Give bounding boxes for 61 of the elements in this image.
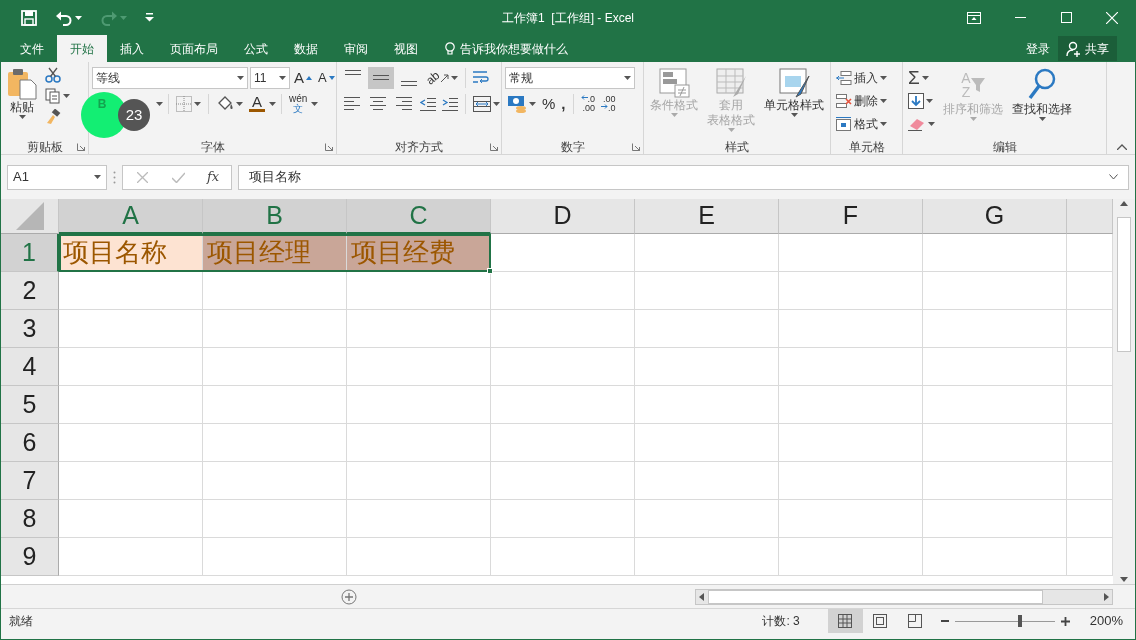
column-header[interactable]: B: [203, 199, 347, 234]
sign-in-link[interactable]: 登录: [1026, 39, 1050, 58]
group-label: 样式: [725, 139, 749, 156]
column-header[interactable]: E: [635, 199, 779, 234]
row-header[interactable]: 1: [1, 234, 59, 272]
increase-decimal-button[interactable]: .0 .00: [578, 93, 598, 114]
zoom-level-text[interactable]: 200%: [1089, 611, 1123, 631]
group-label: 单元格: [848, 139, 885, 156]
number-format-field[interactable]: 常规: [505, 66, 635, 89]
column-header[interactable]: A: [59, 199, 203, 234]
ribbon-tab[interactable]: 公式: [231, 35, 281, 62]
row-header[interactable]: 8: [1, 500, 59, 538]
delete-cells-button[interactable]: 删除: [834, 89, 889, 112]
font-size-field[interactable]: 11: [250, 66, 290, 89]
formula-field[interactable]: 项目名称: [238, 164, 1129, 190]
paste-button[interactable]: 粘贴: [4, 66, 40, 138]
row-header[interactable]: 7: [1, 462, 59, 500]
comma-button[interactable]: ,: [559, 95, 568, 112]
status-text: 就绪: [9, 613, 33, 630]
column-header[interactable]: D: [491, 199, 635, 234]
insert-cells-button[interactable]: 插入: [834, 66, 889, 89]
row-header[interactable]: 4: [1, 348, 59, 386]
format-cells-button[interactable]: 格式: [834, 112, 889, 135]
row-header[interactable]: 3: [1, 310, 59, 348]
count-text: 计数: 3: [762, 613, 800, 630]
group-label: 编辑: [992, 139, 1017, 156]
tell-me-field[interactable]: 告诉我你想要做什么: [460, 39, 568, 58]
autosum-button[interactable]: Σ: [906, 66, 937, 89]
group-label: 数字: [560, 139, 585, 156]
find-select-button[interactable]: 查找和选择: [1009, 66, 1075, 138]
percent-button[interactable]: %: [540, 95, 558, 112]
shrink-font-button[interactable]: A: [316, 70, 337, 85]
row-header[interactable]: 2: [1, 272, 59, 310]
step-badge: 23: [118, 99, 150, 131]
column-header[interactable]: F: [779, 199, 923, 234]
row-header[interactable]: 9: [1, 538, 59, 576]
ribbon-tab[interactable]: 文件: [7, 35, 57, 62]
cell-styles-button[interactable]: 单元格样式: [761, 66, 827, 138]
phonetic-guide-button[interactable]: wén 文: [287, 92, 310, 115]
window-title: 工作簿1 [工作组] - Excel: [501, 9, 635, 27]
group-label: 对齐方式: [395, 139, 443, 156]
ribbon-tab[interactable]: 页面布局: [157, 35, 231, 62]
column-header[interactable]: C: [347, 199, 491, 234]
column-header[interactable]: G: [923, 199, 1067, 234]
orientation-button[interactable]: ab: [424, 70, 461, 85]
ribbon-tab[interactable]: 数据: [281, 35, 331, 62]
group-label: 剪贴板: [26, 139, 63, 156]
grow-font-button[interactable]: A: [292, 69, 314, 86]
row-header[interactable]: 6: [1, 424, 59, 462]
insert-function-button[interactable]: fx: [207, 167, 220, 187]
group-label: 字体: [200, 139, 225, 156]
ribbon-tab[interactable]: 视图: [381, 35, 431, 62]
ribbon-tab[interactable]: 插入: [107, 35, 157, 62]
font-color-button[interactable]: A: [247, 94, 267, 113]
ribbon-tab[interactable]: 开始: [57, 35, 107, 62]
row-header[interactable]: 5: [1, 386, 59, 424]
font-name-field[interactable]: 等线: [92, 66, 248, 89]
name-box[interactable]: A1: [7, 164, 107, 190]
ribbon-tab[interactable]: 审阅: [331, 35, 381, 62]
share-button[interactable]: 共享: [1058, 36, 1117, 61]
decrease-decimal-button[interactable]: .00 .0: [599, 93, 618, 114]
